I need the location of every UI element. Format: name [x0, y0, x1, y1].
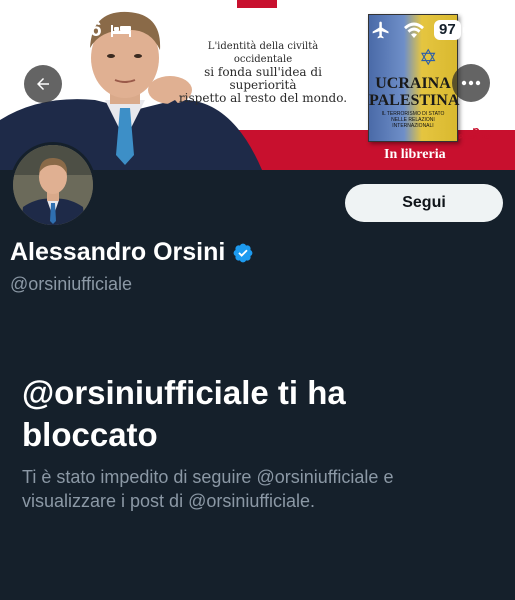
book-subtitle: IL TERRORISMO DI STATO NELLE RELAZIONI I… — [381, 111, 445, 129]
verified-badge-icon[interactable] — [232, 242, 254, 264]
banner-quote-line1: L'identità della civiltà occidentale — [207, 41, 319, 65]
wifi-icon — [404, 22, 424, 38]
follow-button[interactable]: Segui — [345, 184, 503, 222]
banner-quote-line2: si fonda sull'idea di superiorità — [204, 65, 322, 92]
back-button[interactable] — [24, 65, 62, 103]
publisher-mark-icon: ꝑ — [472, 124, 480, 138]
star-of-david-icon: ✡ — [419, 45, 438, 70]
airplane-icon — [372, 21, 389, 39]
publisher-logo: ꝑ PaperFIRST — [456, 124, 496, 142]
book-title: UCRAINA PALESTINA — [369, 75, 460, 109]
profile-handle: @orsiniufficiale — [10, 274, 132, 294]
arrow-left-icon — [37, 78, 49, 90]
banner-quote-line3: rispetto al resto del mondo. — [178, 91, 348, 105]
avatar[interactable] — [10, 142, 96, 228]
publisher-name: PaperFIRST — [458, 135, 493, 141]
status-time: 07:26 — [46, 18, 103, 41]
avatar-image — [13, 145, 93, 225]
banner-quote: L'identità della civiltà occidentale si … — [178, 40, 348, 105]
bed-icon — [111, 25, 131, 37]
blocked-description: Ti è stato impedito di seguire @orsiniuf… — [22, 467, 394, 511]
book-title-line2: PALESTINA — [369, 92, 460, 109]
display-name: Alessandro Orsini — [10, 238, 226, 266]
profile-name-row: Alessandro Orsini — [10, 238, 254, 267]
in-store-label: In libreria — [384, 147, 446, 162]
book-title-line1: UCRAINA — [375, 75, 451, 92]
battery-indicator: 97 — [434, 20, 465, 40]
more-horizontal-icon — [461, 80, 481, 86]
status-indicators: 97 — [370, 19, 465, 41]
more-options-button[interactable] — [452, 64, 490, 102]
blocked-title: @orsiniufficiale ti ha bloccato — [22, 374, 346, 453]
